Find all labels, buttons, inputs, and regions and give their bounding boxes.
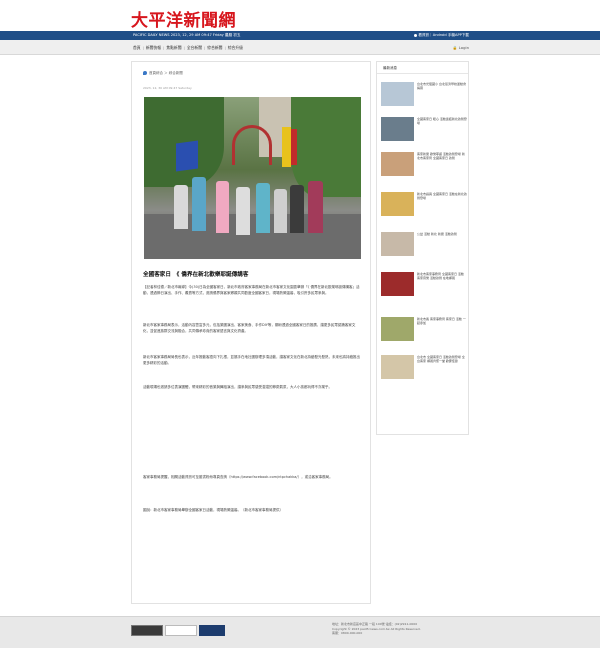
footer-badges [131, 625, 225, 636]
news-headline: 台北市 全國客家日 活動熱鬧登場 全台客家 鄉親齊聚一堂 歡慶佳節 [417, 355, 465, 364]
date-line: PACIFIC DAILY NEWS 2023, 12, 29 AM 09:47… [133, 33, 241, 38]
main-nav: 首頁 | 新聞快報 | 焦點新聞 | 全台新聞 | 綜合新聞 | 綜合升級 🔒 Login [0, 40, 600, 55]
app-download-link[interactable]: 看資訊｜Android 手機APP下載 [414, 33, 469, 38]
sidebar-news-item[interactable]: 全國客家日 暖心 活動連結新北熱鬧登場 [381, 117, 468, 153]
top-info-bar: PACIFIC DAILY NEWS 2023, 12, 29 AM 09:47… [0, 31, 600, 40]
article-photo [144, 97, 361, 259]
nav-item-general[interactable]: 綜合新聞 [207, 45, 222, 51]
footer-text: 地址：新北市新店區中正路 一段 100號 電話：(02)2911-0000 Co… [332, 622, 472, 636]
android-icon [414, 33, 418, 37]
login-link[interactable]: 🔒 Login [453, 45, 469, 50]
news-thumbnail [381, 232, 414, 256]
article-paragraph: 活動現場也邀請多位表演團體，帶來精彩的音樂與舞蹈演出，讓參與民眾感受濃濃的節慶氣… [143, 385, 332, 389]
breadcrumb-text: 首頁綜合 ＞ 綜合新聞 [149, 71, 183, 75]
sidebar-news-item[interactable]: 新北市議員 全國客家日 活動在新北熱鬧登場 [381, 192, 468, 228]
nav-item-upgrade[interactable]: 綜合升級 [228, 45, 243, 51]
news-headline: 新北市長 客家事務局 客家日 活動 一起參加 [417, 317, 466, 326]
nav-item-news-flash[interactable]: 新聞快報 [146, 45, 161, 51]
footer-phone: 客服：0800-000-000 [332, 631, 363, 636]
site-footer: 地址：新北市新店區中正路 一段 100號 電話：(02)2911-0000 Co… [0, 616, 600, 648]
app-download-label: 看資訊｜Android 手機APP下載 [418, 33, 469, 38]
article-paragraph: 圖說：新北市客家事務局舉辦全國客家日活動，現場熱鬧溫馨。（新北市客家事務局提供） [143, 508, 283, 512]
news-thumbnail [381, 317, 414, 341]
news-headline: 全國客家日 暖心 活動連結新北熱鬧登場 [417, 117, 467, 126]
article-panel: 首頁綜合 ＞ 綜合新聞 2023, 12, 30 AM 09:47 Saturd… [131, 61, 371, 604]
news-headline: 新北市客家事務局 全國客家日 活動 客家音樂 活動熱鬧 在地鄉親 [417, 272, 464, 281]
news-thumbnail [381, 152, 414, 176]
sidebar-news-item[interactable]: 新北市客家事務局 全國客家日 活動 客家音樂 活動熱鬧 在地鄉親 [381, 272, 468, 308]
news-headline: 新北市議員 全國客家日 活動在新北熱鬧登場 [417, 192, 467, 201]
article-paragraph: 【記者林佳德／新北市報導】今(30)日為全國客家日，新北市政府客家事務局在新北市… [143, 285, 360, 296]
news-headline: 台北市光復國小 台北慈濟學校運動會揭幕 [417, 82, 466, 91]
footer-badge[interactable] [131, 625, 163, 636]
sidebar-title: 最新消息 [383, 66, 397, 70]
login-label: Login [458, 44, 469, 50]
nav-links: 首頁 | 新聞快報 | 焦點新聞 | 全台新聞 | 綜合新聞 | 綜合升級 [133, 44, 243, 51]
footer-badge[interactable] [199, 625, 225, 636]
article-paragraph: 新北市客家事務局局長也表示，近年推動客語向下扎根，並攜手在地社團辦理多項活動，讓… [143, 355, 360, 366]
news-thumbnail [381, 192, 414, 216]
site-logo[interactable]: 大平洋新聞網 [131, 6, 236, 31]
sidebar-news-item[interactable]: 公益 活動 新北 新聞 活動熱鬧 [381, 232, 468, 268]
sidebar-news-item[interactable]: 台北市光復國小 台北慈濟學校運動會揭幕 [381, 82, 468, 118]
nav-item-focus[interactable]: 焦點新聞 [166, 45, 181, 51]
sidebar-news-item[interactable]: 客家新聞 歡樂耶誕 活動熱鬧登場 新北市客家局 全國客家日 熱鬧 [381, 152, 468, 188]
sidebar-news-item[interactable]: 新北市長 客家事務局 客家日 活動 一起參加 [381, 317, 468, 353]
article-paragraph: 新北市客家事務局表示，活動內容豐富多元，包括樂團演出、客家美食、手作DIY等，期… [143, 323, 356, 334]
nav-item-taiwan[interactable]: 全台新聞 [187, 45, 202, 51]
site-header: 大平洋新聞網 [0, 0, 600, 31]
news-headline: 客家新聞 歡樂耶誕 活動熱鬧登場 新北市客家局 全國客家日 熱鬧 [417, 152, 465, 161]
pin-icon [143, 71, 147, 75]
article-meta: 2023, 12, 30 AM 09:47 Saturday [143, 86, 192, 90]
article-title: 全國客家日 《 僑界在新北歡樂耶誕傳講客 [143, 272, 249, 278]
news-thumbnail [381, 272, 414, 296]
sidebar: 最新消息 台北市光復國小 台北慈濟學校運動會揭幕 全國客家日 暖心 活動連結新北… [376, 61, 469, 435]
breadcrumb[interactable]: 首頁綜合 ＞ 綜合新聞 [143, 71, 183, 76]
nav-item-home[interactable]: 首頁 [133, 45, 141, 51]
news-thumbnail [381, 355, 414, 379]
news-thumbnail [381, 82, 414, 106]
sidebar-news-item[interactable]: 台北市 全國客家日 活動熱鬧登場 全台客家 鄉親齊聚一堂 歡慶佳節 [381, 355, 468, 391]
news-thumbnail [381, 117, 414, 141]
article-paragraph: 客家事務局提醒，相關活動資訊可至臉書粉絲專頁查詢（https://www.fac… [143, 475, 333, 479]
footer-badge[interactable] [165, 625, 197, 636]
news-headline: 公益 活動 新北 新聞 活動熱鬧 [417, 232, 457, 236]
